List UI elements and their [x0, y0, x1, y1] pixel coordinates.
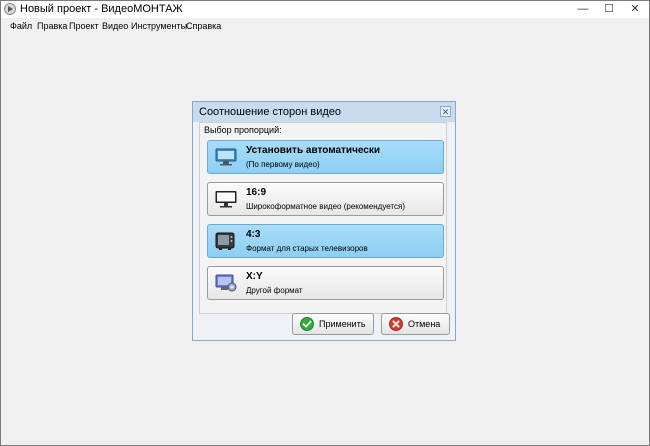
menu-edit[interactable]: Правка	[37, 20, 67, 32]
maximize-button[interactable]: ☐	[597, 1, 621, 17]
apply-button[interactable]: Применить	[292, 313, 374, 335]
option-16-9-subtitle: Широкоформатное видео (рекомендуется)	[246, 202, 406, 211]
menu-bar: Файл Правка Проект Видео Инструменты Спр…	[1, 18, 649, 34]
widescreen-monitor-icon	[215, 191, 237, 208]
option-4-3[interactable]: 4:3 Формат для старых телевизоров	[207, 224, 444, 258]
apply-button-label: Применить	[319, 319, 366, 329]
menu-help[interactable]: Справка	[186, 20, 221, 32]
dialog-title-bar: Соотношение сторон видео ✕	[193, 102, 455, 122]
cancel-button-label: Отмена	[408, 319, 441, 329]
option-16-9-title: 16:9	[246, 187, 267, 198]
option-auto-title: Установить автоматически	[246, 145, 381, 156]
checkmark-icon	[300, 317, 314, 331]
monitor-auto-icon	[215, 148, 237, 166]
app-logo-icon	[4, 3, 16, 15]
cancel-button[interactable]: Отмена	[381, 313, 450, 335]
option-4-3-title: 4:3	[246, 229, 261, 240]
option-auto-subtitle: (По первому видео)	[246, 160, 320, 169]
dialog-title: Соотношение сторон видео	[199, 106, 342, 118]
old-tv-icon	[215, 232, 235, 250]
menu-project[interactable]: Проект	[69, 20, 99, 32]
cancel-icon	[389, 317, 403, 331]
option-xy-title: X:Y	[246, 271, 263, 282]
option-xy-subtitle: Другой формат	[246, 286, 303, 295]
aspect-ratio-dialog: Соотношение сторон видео ✕	[192, 101, 456, 341]
title-bar: Новый проект - ВидеоМОНТАЖ — ☐ ✕	[1, 1, 649, 18]
option-16-9[interactable]: 16:9 Широкоформатное видео (рекомендуетс…	[207, 182, 444, 216]
menu-tools[interactable]: Инструменты	[131, 20, 187, 32]
dialog-close-button[interactable]: ✕	[440, 106, 451, 117]
window-title: Новый проект - ВидеоМОНТАЖ	[20, 3, 183, 15]
menu-video[interactable]: Видео	[102, 20, 128, 32]
custom-format-icon	[215, 274, 237, 292]
option-auto[interactable]: Установить автоматически (По первому вид…	[207, 140, 444, 174]
menu-file[interactable]: Файл	[10, 20, 32, 32]
proportion-prompt: Выбор пропорций:	[204, 125, 282, 135]
minimize-button[interactable]: —	[571, 1, 595, 17]
option-4-3-subtitle: Формат для старых телевизоров	[246, 244, 368, 253]
close-button[interactable]: ✕	[623, 1, 647, 17]
option-xy[interactable]: X:Y Другой формат	[207, 266, 444, 300]
